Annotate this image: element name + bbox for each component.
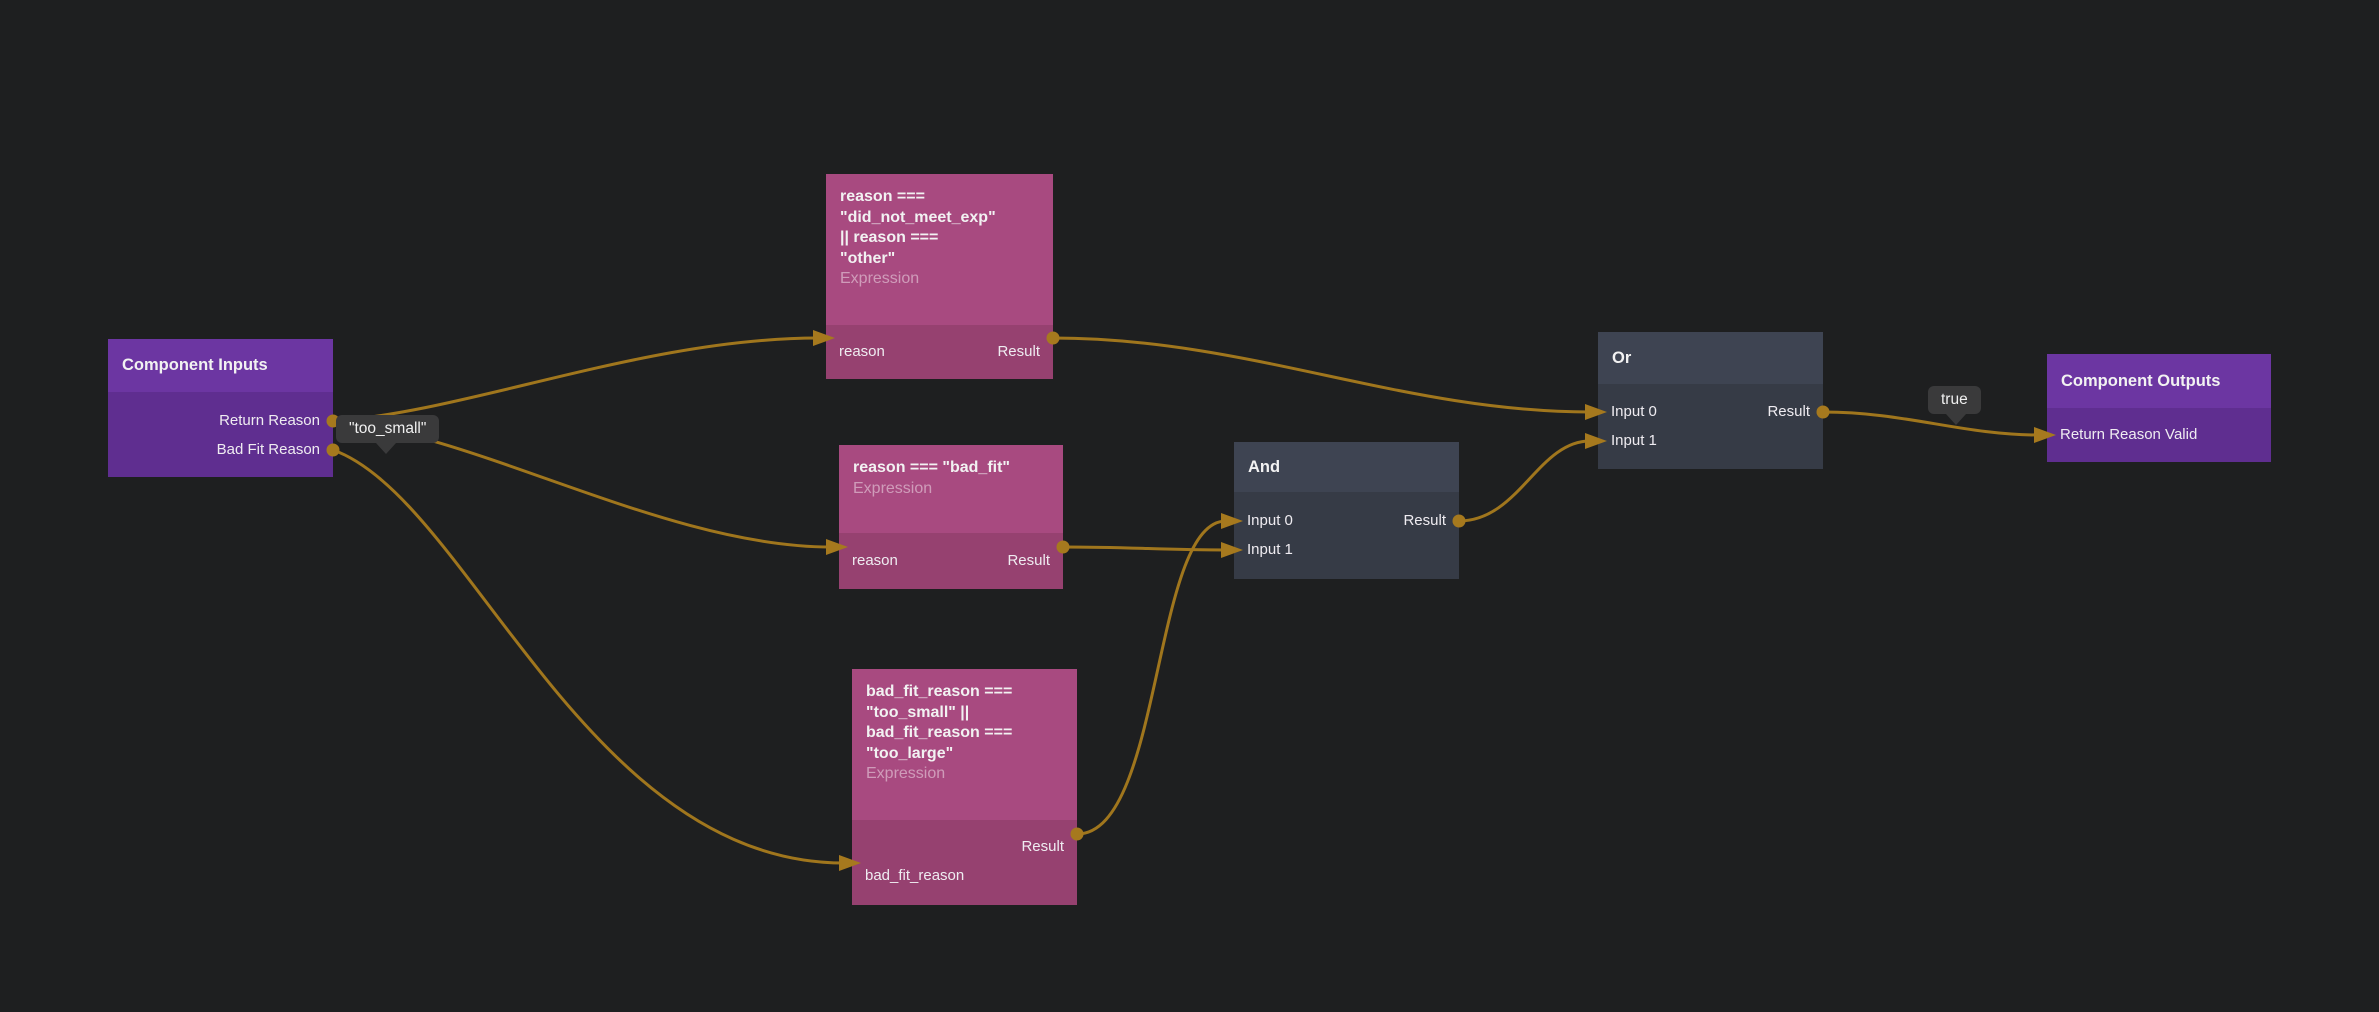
node-title: Component Inputs	[108, 339, 333, 392]
edge-and-result-to-or-input1[interactable]	[1459, 441, 1590, 521]
expression-line: "too_small" ||	[866, 703, 1063, 724]
input-label: Return Reason Valid	[2060, 426, 2197, 443]
node-type-label: Expression	[866, 764, 1063, 785]
edge-or-result-to-component-outputs[interactable]	[1823, 412, 2039, 435]
node-expression-did-not-meet-exp-or-other[interactable]: reason === "did_not_meet_exp" || reason …	[826, 174, 1053, 379]
input-label: Input 0	[1611, 403, 1657, 420]
graph-canvas[interactable]: Component Inputs Return Reason Bad Fit R…	[0, 0, 2379, 1012]
node-expression-bad-fit[interactable]: reason === "bad_fit" Expression reason R…	[839, 445, 1063, 589]
output-label: Return Reason	[219, 412, 320, 429]
output-label: Bad Fit Reason	[217, 441, 320, 458]
output-label: Result	[1403, 512, 1446, 529]
node-component-inputs[interactable]: Component Inputs Return Reason Bad Fit R…	[108, 339, 333, 477]
expression-line: reason ===	[840, 187, 1039, 208]
node-component-outputs[interactable]: Component Outputs Return Reason Valid	[2047, 354, 2271, 462]
tooltip-tail	[1946, 414, 1966, 425]
node-title: Component Outputs	[2047, 354, 2271, 408]
output-label: Result	[1021, 838, 1064, 855]
port-row: Input 0 Result	[1234, 506, 1459, 535]
expression-line: "other"	[840, 249, 1039, 270]
edge-return-reason-to-expr-top[interactable]	[333, 338, 818, 421]
expression-line: reason === "bad_fit"	[853, 458, 1049, 479]
input-label: Input 0	[1247, 512, 1293, 529]
output-label: Result	[1007, 552, 1050, 569]
node-header: reason === "bad_fit" Expression	[839, 445, 1063, 533]
expression-line: || reason ===	[840, 228, 1039, 249]
port-row: Input 1	[1598, 426, 1823, 455]
expression-line: "did_not_meet_exp"	[840, 208, 1039, 229]
input-label: Input 1	[1611, 432, 1657, 449]
value-tooltip-bad-fit-reason: "too_small"	[336, 415, 439, 443]
output-row-result: Result	[852, 832, 1077, 861]
node-header: reason === "did_not_meet_exp" || reason …	[826, 174, 1053, 325]
node-title: Or	[1598, 332, 1823, 384]
edge-expr-bottom-to-and-input0[interactable]	[1077, 521, 1226, 834]
expression-line: bad_fit_reason ===	[866, 723, 1063, 744]
node-or-gate[interactable]: Or Input 0 Result Input 1	[1598, 332, 1823, 469]
edges-layer	[0, 0, 2379, 1012]
port-row: reason Result	[839, 546, 1063, 575]
port-row: reason Result	[826, 337, 1053, 366]
expression-line: "too_large"	[866, 744, 1063, 765]
value-tooltip-text: "too_small"	[349, 420, 426, 437]
input-label: bad_fit_reason	[865, 867, 964, 884]
input-label: reason	[852, 552, 898, 569]
output-label: Result	[997, 343, 1040, 360]
node-and-gate[interactable]: And Input 0 Result Input 1	[1234, 442, 1459, 579]
value-tooltip-or-result: true	[1928, 386, 1981, 414]
output-row-bad-fit-reason: Bad Fit Reason	[108, 435, 333, 464]
node-title: And	[1234, 442, 1459, 492]
edge-bad-fit-reason-to-expr-bottom[interactable]	[333, 450, 844, 863]
value-tooltip-text: true	[1941, 391, 1968, 408]
output-row-return-reason: Return Reason	[108, 406, 333, 435]
node-type-label: Expression	[853, 479, 1049, 500]
edge-expr-mid-to-and-input1[interactable]	[1063, 547, 1226, 550]
output-label: Result	[1767, 403, 1810, 420]
node-type-label: Expression	[840, 269, 1039, 290]
expression-line: bad_fit_reason ===	[866, 682, 1063, 703]
edge-expr-top-to-or-input0[interactable]	[1053, 338, 1590, 412]
port-row: Input 0 Result	[1598, 397, 1823, 426]
input-label: Input 1	[1247, 541, 1293, 558]
input-row-return-reason-valid: Return Reason Valid	[2047, 420, 2271, 449]
tooltip-tail	[376, 443, 396, 454]
node-header: bad_fit_reason === "too_small" || bad_fi…	[852, 669, 1077, 820]
port-row: Input 1	[1234, 535, 1459, 564]
input-label: reason	[839, 343, 885, 360]
input-row-bad-fit-reason: bad_fit_reason	[852, 861, 1077, 890]
node-expression-too-small-or-too-large[interactable]: bad_fit_reason === "too_small" || bad_fi…	[852, 669, 1077, 905]
